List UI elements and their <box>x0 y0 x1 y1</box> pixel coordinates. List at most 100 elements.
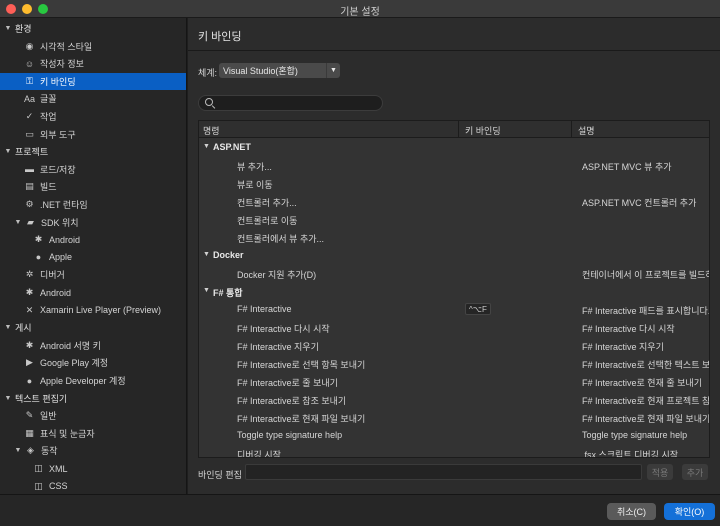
key-binding: ^⌥F <box>465 303 491 315</box>
sidebar-item-label: 작업 <box>40 112 57 122</box>
sidebar-item[interactable]: ◫ CSS <box>0 478 186 494</box>
disclosure-triangle-icon[interactable]: ▼ <box>203 143 210 150</box>
disclosure-triangle-icon[interactable]: ▼ <box>203 251 210 258</box>
sidebar-item[interactable]: ⚙ .NET 런타임 <box>0 196 186 213</box>
sidebar-item[interactable]: ▬ 로드/저장 <box>0 161 186 178</box>
sidebar-item[interactable]: ▼ ▰ SDK 위치 <box>0 214 186 231</box>
disclosure-triangle-icon[interactable]: ▼ <box>4 319 12 336</box>
sidebar-item[interactable]: ✎ 일반 <box>0 407 186 424</box>
table-row[interactable]: Toggle type signature help Toggle type si… <box>199 427 709 445</box>
scheme-dropdown[interactable]: Visual Studio(혼합) ▼ <box>219 63 340 78</box>
android-icon: ✱ <box>34 234 43 245</box>
table-row[interactable]: F# Interactive로 줄 보내기 F# Interactive로 현재 … <box>199 373 709 391</box>
sidebar-item[interactable]: ▼ 게시 <box>0 319 186 336</box>
column-header-key-binding[interactable]: 키 바인딩 <box>458 121 501 138</box>
disclosure-triangle-icon[interactable]: ▼ <box>4 20 12 37</box>
checkmark-icon: ✓ <box>25 111 34 121</box>
disclosure-triangle-icon[interactable]: ▼ <box>14 442 22 459</box>
table-row[interactable]: F# Interactive 다시 시작 F# Interactive 다시 시작 <box>199 319 709 337</box>
sidebar-item-label: 게시 <box>15 323 32 334</box>
disclosure-triangle-icon[interactable]: ▼ <box>4 390 12 407</box>
column-header-command[interactable]: 명령 <box>203 124 220 137</box>
command-name: 뷰 추가... <box>237 162 272 172</box>
table-row[interactable]: 뷰로 이동 <box>199 175 709 193</box>
sidebar-item[interactable]: ✱ Android 서명 키 <box>0 337 186 354</box>
table-group-row[interactable]: ▼ ASP.NET <box>199 139 709 157</box>
sidebar-item[interactable]: ✲ 디버거 <box>0 266 186 283</box>
table-row[interactable]: F# Interactive로 현재 파일 보내기 F# Interactive로… <box>199 409 710 427</box>
command-name: 컨트롤러 추가... <box>237 198 297 208</box>
sidebar-item-label: Android <box>49 234 81 245</box>
sidebar-item[interactable]: ✓ 작업 <box>0 108 186 125</box>
google-play-icon: ▶ <box>26 357 33 368</box>
sidebar-item[interactable]: ✱ Android <box>0 231 186 248</box>
edit-icon: ✎ <box>25 410 34 421</box>
command-description: Toggle type signature help <box>582 430 688 440</box>
search-input[interactable] <box>219 98 382 108</box>
table-row[interactable]: F# Interactive로 선택 항목 보내기 F# Interactive로… <box>199 355 709 373</box>
key-bindings-panel: 키 바인딩 체계: Visual Studio(혼합) ▼ 명령 키 바인딩 설… <box>188 18 720 494</box>
sidebar-item-label: 동작 <box>41 446 58 457</box>
key-icon: ⚿ <box>26 75 33 86</box>
sidebar-item-label: 환경 <box>15 24 32 34</box>
apply-button[interactable]: 적용 <box>647 464 673 480</box>
command-name: F# Interactive로 선택 항목 보내기 <box>237 360 366 370</box>
ok-button[interactable]: 확인(O) <box>664 503 715 520</box>
command-description: F# Interactive 다시 시작 <box>582 324 675 334</box>
command-description: ASP.NET MVC 컨트롤러 추가 <box>582 198 697 208</box>
group-name: F# 통합 <box>213 288 243 298</box>
sidebar-item[interactable]: ▶ Google Play 계정 <box>0 354 186 371</box>
disclosure-triangle-icon[interactable]: ▼ <box>203 287 210 294</box>
build-icon: ▤ <box>25 181 34 192</box>
sidebar-item[interactable]: ▼ 프로젝트 <box>0 143 186 160</box>
table-group-row[interactable]: ▼ F# 통합 <box>199 283 709 301</box>
sidebar-item[interactable]: ▼ ◈ 동작 <box>0 442 186 459</box>
drive-icon: ▬ <box>25 164 34 175</box>
table-row[interactable]: 컨트롤러에서 뷰 추가... <box>199 229 709 247</box>
sidebar-item[interactable]: ▼ 텍스트 편집기 <box>0 390 186 407</box>
sidebar-item-label: 글꼴 <box>40 94 57 105</box>
sidebar-item[interactable]: ▼ 환경 <box>0 20 186 37</box>
sidebar-item-label: Xamarin Live Player (Preview) <box>40 305 162 316</box>
sidebar-item[interactable]: ☺ 작성자 정보 <box>0 55 186 72</box>
command-description: F# Interactive로 현재 줄 보내기 <box>582 378 702 388</box>
title-bar: 기본 설정 <box>0 0 720 18</box>
sidebar-item[interactable]: Aa 글꼴 <box>0 90 186 107</box>
command-name: F# Interactive 지우기 <box>237 342 319 352</box>
table-row[interactable]: Docker 지원 추가(D) 컨테이너에서 이 프로젝트를 빌드하고 <box>199 265 709 283</box>
command-name: 컨트롤러에서 뷰 추가... <box>237 234 325 244</box>
edit-binding-label: 바인딩 편집 <box>198 470 242 480</box>
cancel-button[interactable]: 취소(C) <box>607 503 656 520</box>
sidebar-item[interactable]: ▭ 외부 도구 <box>0 126 186 143</box>
add-button[interactable]: 추가 <box>682 464 708 480</box>
table-row[interactable]: F# Interactive로 참조 보내기 F# Interactive로 현재… <box>199 391 709 409</box>
sidebar-item[interactable]: ✕ Xamarin Live Player (Preview) <box>0 302 186 319</box>
sidebar-item[interactable]: ● Apple Developer 계정 <box>0 372 186 389</box>
table-row[interactable]: 디버깅 시작 .fsx 스크립트 디버깅 시작 <box>199 445 709 457</box>
column-header-description[interactable]: 설명 <box>571 121 595 138</box>
edit-binding-input[interactable] <box>245 464 642 480</box>
table-row[interactable]: F# Interactive 지우기 F# Interactive 지우기 <box>199 337 709 355</box>
table-row[interactable]: 컨트롤러로 이동 <box>199 211 709 229</box>
command-description: F# Interactive로 현재 파일 보내기 <box>582 414 710 424</box>
disclosure-triangle-icon[interactable]: ▼ <box>4 143 12 160</box>
sidebar-item[interactable]: ▦ 표식 및 눈금자 <box>0 425 186 442</box>
table-row[interactable]: 컨트롤러 추가... ASP.NET MVC 컨트롤러 추가 <box>199 193 709 211</box>
sidebar-item[interactable]: ✱ Android <box>0 284 186 301</box>
group-name: Docker <box>213 250 244 260</box>
sidebar-item[interactable]: ● Apple <box>0 249 186 266</box>
page-title: 키 바인딩 <box>198 31 242 43</box>
dialog-footer: 취소(C) 확인(O) <box>0 494 720 526</box>
search-box[interactable] <box>198 95 383 111</box>
disclosure-triangle-icon[interactable]: ▼ <box>14 214 22 231</box>
sidebar-item[interactable]: ⚿ 키 바인딩 <box>0 72 186 90</box>
table-header: 명령 키 바인딩 설명 <box>199 121 709 138</box>
table-row[interactable]: 뷰 추가... ASP.NET MVC 뷰 추가 <box>199 157 709 175</box>
table-group-row[interactable]: ▼ Docker <box>199 247 709 265</box>
sidebar-item[interactable]: ◫ XML <box>0 460 186 477</box>
sidebar-item[interactable]: ◉ 시각적 스타일 <box>0 38 186 55</box>
table-row[interactable]: F# Interactive ^⌥F F# Interactive 패드를 표시합니… <box>199 301 710 319</box>
sidebar-item[interactable]: ▤ 빌드 <box>0 178 186 195</box>
command-description: F# Interactive 패드를 표시합니다. <box>582 306 710 316</box>
sidebar-item-label: SDK 위치 <box>41 217 79 228</box>
